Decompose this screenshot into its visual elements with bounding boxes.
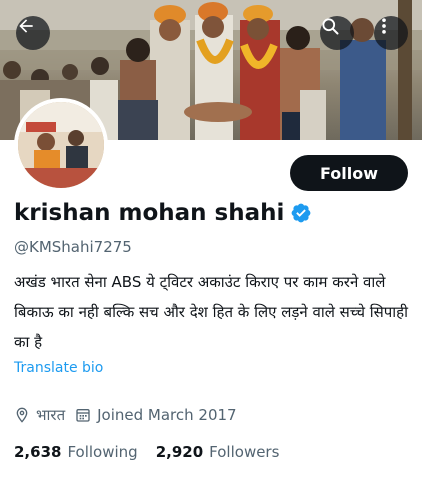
following-label: Following: [67, 443, 138, 461]
profile-name-row: krishan mohan shahi: [14, 200, 312, 226]
profile-stats: 2,638 Following 2,920 Followers: [14, 443, 279, 461]
follow-button[interactable]: Follow: [290, 155, 408, 191]
display-name: krishan mohan shahi: [14, 200, 285, 226]
back-button[interactable]: [16, 16, 50, 50]
followers-link[interactable]: 2,920 Followers: [156, 443, 280, 461]
joined-date: Joined March 2017: [97, 406, 237, 424]
more-vertical-icon: [382, 18, 386, 34]
search-button[interactable]: [320, 16, 354, 50]
profile-bio: अखंड भारत सेना ABS ये ट्विटर अकाउंट किरा…: [14, 273, 409, 351]
followers-label: Followers: [209, 443, 280, 461]
followers-count: 2,920: [155, 443, 204, 461]
profile-handle: @KMShahi7275: [14, 238, 132, 256]
verified-badge-icon[interactable]: [290, 202, 312, 224]
calendar-icon: [76, 409, 90, 422]
location-pin-icon: [16, 407, 28, 423]
following-count: 2,638: [14, 443, 62, 461]
following-link[interactable]: 2,638 Following: [14, 443, 138, 461]
search-icon: [322, 18, 339, 35]
location-text: भारत: [36, 406, 66, 424]
arrow-left-icon: [19, 19, 33, 33]
avatar-photo: [18, 102, 104, 188]
avatar[interactable]: [14, 98, 108, 192]
profile-meta: भारत Joined March 2017: [14, 405, 237, 425]
more-options-button[interactable]: [374, 16, 408, 50]
translate-bio-link[interactable]: Translate bio: [14, 360, 103, 376]
